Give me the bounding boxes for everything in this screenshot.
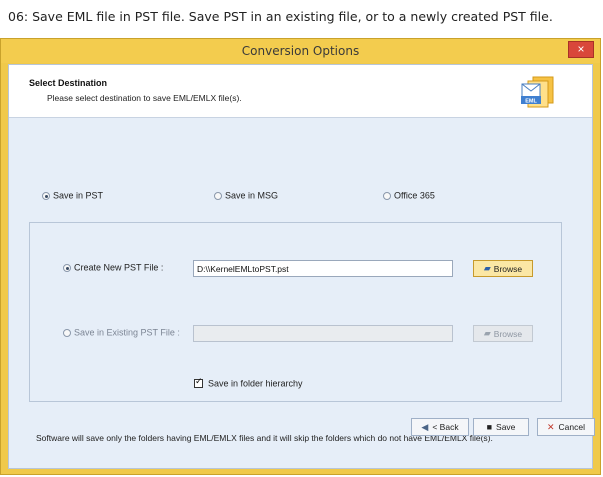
browse-existing-button[interactable]: ▰ Browse xyxy=(473,325,533,342)
option-label: Save in MSG xyxy=(225,190,279,201)
radio-icon[interactable] xyxy=(63,263,71,272)
option-label: Save in PST xyxy=(53,190,104,201)
option-existing-pst[interactable]: Save in Existing PST File : xyxy=(63,327,180,338)
caption: 06: Save EML file in PST file. Save PST … xyxy=(8,9,553,24)
window-title: Conversion Options xyxy=(241,44,360,58)
back-button[interactable]: ◀ < Back xyxy=(411,418,469,436)
header-panel: Select Destination Please select destina… xyxy=(9,65,592,118)
pst-options-panel: Create New PST File : ▰ Browse Save in E… xyxy=(29,222,562,402)
option-create-new-pst[interactable]: Create New PST File : xyxy=(63,262,163,273)
title-bar: Conversion Options × xyxy=(1,39,600,63)
cancel-label: Cancel xyxy=(558,422,585,432)
folder-hierarchy-checkbox[interactable] xyxy=(194,377,203,389)
existing-pst-path-input[interactable] xyxy=(193,325,453,342)
option-label: Office 365 xyxy=(394,190,435,201)
back-arrow-icon: ◀ xyxy=(421,421,429,432)
save-label: Save xyxy=(496,422,516,432)
option-save-in-pst[interactable]: Save in PST xyxy=(42,190,103,201)
conversion-options-window: Conversion Options × Select Destination … xyxy=(0,38,601,475)
browse-label: Browse xyxy=(493,328,523,339)
radio-icon[interactable] xyxy=(42,191,50,200)
browse-label: Browse xyxy=(493,263,523,274)
eml-icon-label: EML xyxy=(525,99,537,105)
new-pst-path-input[interactable] xyxy=(193,260,453,277)
save-button[interactable]: ■ Save xyxy=(473,418,529,436)
close-icon: × xyxy=(577,42,585,56)
close-icon: ✕ xyxy=(546,421,555,432)
folder-open-icon: ▰ xyxy=(483,263,491,273)
section-subtitle: Please select destination to save EML/EM… xyxy=(47,93,242,103)
radio-icon[interactable] xyxy=(383,191,391,200)
close-button[interactable]: × xyxy=(568,41,594,58)
option-office-365[interactable]: Office 365 xyxy=(383,190,435,201)
radio-icon[interactable] xyxy=(214,191,222,200)
browse-new-button[interactable]: ▰ Browse xyxy=(473,260,533,277)
eml-file-icon: EML xyxy=(521,76,554,108)
back-label: < Back xyxy=(432,422,459,432)
option-save-in-msg[interactable]: Save in MSG xyxy=(214,190,278,201)
dialog-content: Select Destination Please select destina… xyxy=(8,64,593,469)
folder-open-icon: ▰ xyxy=(483,328,491,338)
section-title: Select Destination xyxy=(29,78,108,88)
radio-icon[interactable] xyxy=(63,328,71,337)
folder-hierarchy-label: Save in folder hierarchy xyxy=(208,378,303,389)
floppy-disk-icon: ■ xyxy=(486,421,493,432)
folder-hierarchy-option[interactable]: Save in folder hierarchy xyxy=(194,377,303,389)
cancel-button[interactable]: ✕ Cancel xyxy=(537,418,595,436)
create-new-label: Create New PST File : xyxy=(74,262,164,273)
existing-label: Save in Existing PST File : xyxy=(74,327,180,338)
